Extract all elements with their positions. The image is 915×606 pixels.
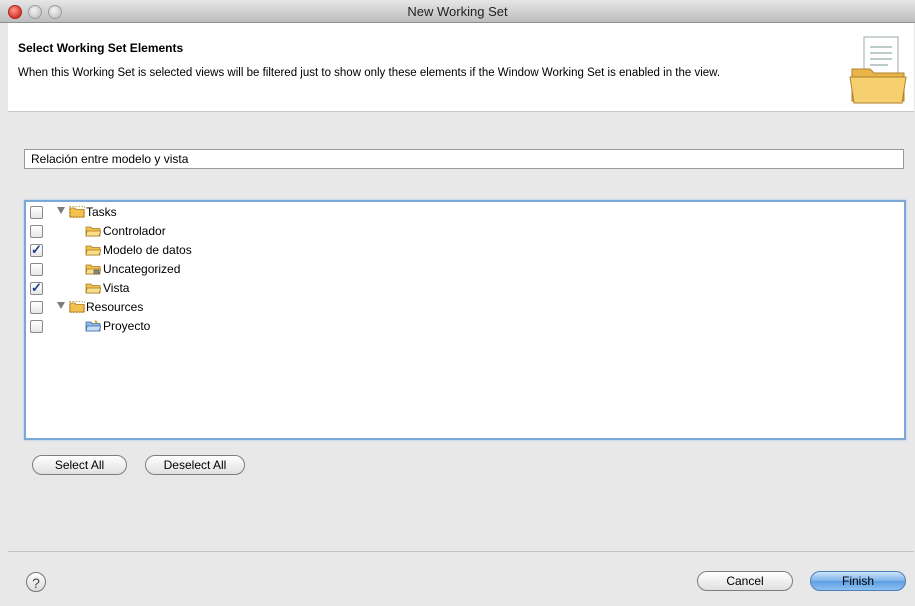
- cancel-button[interactable]: Cancel: [697, 571, 793, 591]
- footer-divider: [8, 551, 914, 552]
- checkbox-tasks[interactable]: [30, 206, 43, 219]
- tree-item-label: Tasks: [86, 205, 117, 219]
- tree-item-tasks[interactable]: Tasks: [26, 203, 904, 222]
- checkbox-proyecto[interactable]: [30, 320, 43, 333]
- tree-item-label: Uncategorized: [103, 262, 181, 276]
- checkbox-controlador[interactable]: [30, 225, 43, 238]
- tree-item-label: Modelo de datos: [103, 243, 192, 257]
- locked-folder-icon: [85, 264, 101, 275]
- expand-triangle-icon[interactable]: [57, 207, 65, 214]
- tree-item-modelo-de-datos[interactable]: Modelo de datos: [26, 241, 904, 260]
- tree-item-label: Resources: [86, 300, 144, 314]
- tree-item-controlador[interactable]: Controlador: [26, 222, 904, 241]
- help-icon[interactable]: ?: [26, 572, 46, 592]
- deselect-all-button[interactable]: Deselect All: [145, 455, 245, 475]
- folder-icon: [85, 226, 101, 237]
- page-description: When this Working Set is selected views …: [18, 67, 721, 79]
- resources-folder-icon: [69, 301, 85, 313]
- header-banner: Select Working Set Elements When this Wo…: [8, 23, 914, 112]
- project-icon: [85, 320, 101, 332]
- tree-item-label: Controlador: [103, 224, 166, 238]
- tasks-folder-icon: [69, 206, 85, 218]
- checkbox-uncategorized[interactable]: [30, 263, 43, 276]
- tree-item-vista[interactable]: Vista: [26, 279, 904, 298]
- checkbox-vista[interactable]: [30, 280, 43, 296]
- new-working-set-dialog: New Working Set Select Working Set Eleme…: [0, 0, 915, 606]
- tree-item-label: Proyecto: [103, 319, 151, 333]
- page-title: Select Working Set Elements: [18, 41, 184, 55]
- checkbox-resources[interactable]: [30, 301, 43, 314]
- window-title: New Working Set: [407, 4, 508, 19]
- title-bar: New Working Set: [0, 0, 915, 23]
- folder-icon: [85, 283, 101, 294]
- tree-item-label: Vista: [103, 281, 130, 295]
- tree-item-uncategorized[interactable]: Uncategorized: [26, 260, 904, 279]
- folder-icon: [85, 245, 101, 256]
- expand-triangle-icon[interactable]: [57, 302, 65, 309]
- working-set-elements-tree[interactable]: Tasks Controlador Modelo de datos: [24, 200, 906, 440]
- tree-item-proyecto[interactable]: Proyecto: [26, 317, 904, 336]
- working-set-wizard-icon: [849, 36, 907, 104]
- working-set-name-input[interactable]: [24, 149, 904, 169]
- tree-item-resources[interactable]: Resources: [26, 298, 904, 317]
- finish-button[interactable]: Finish: [810, 571, 906, 591]
- select-all-button[interactable]: Select All: [32, 455, 127, 475]
- checkbox-modelo-de-datos[interactable]: [30, 242, 43, 258]
